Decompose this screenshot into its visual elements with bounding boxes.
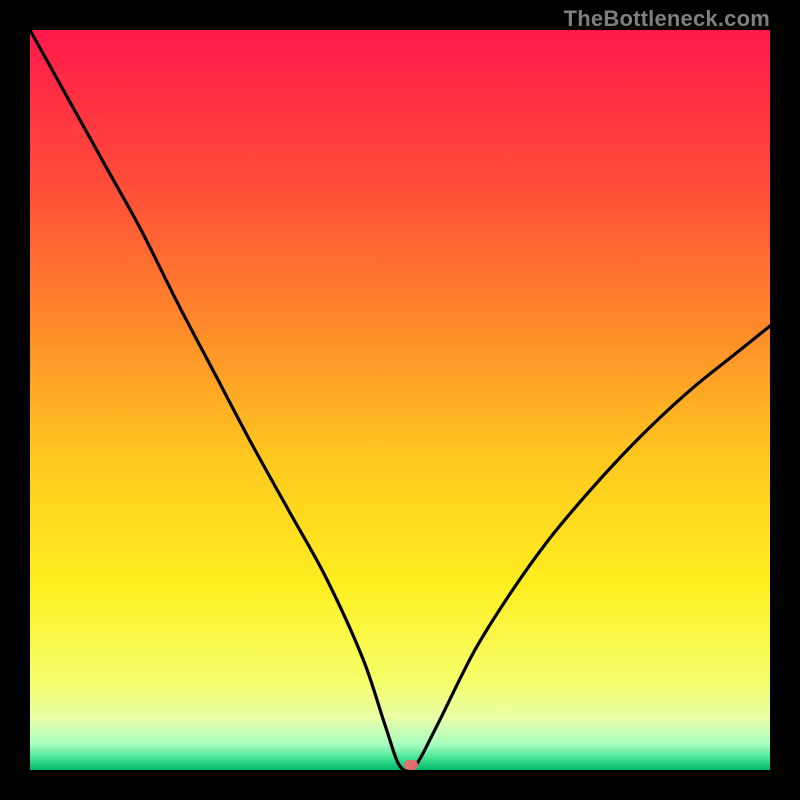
gradient-background <box>30 30 770 770</box>
plot-area <box>30 30 770 770</box>
watermark-text: TheBottleneck.com <box>564 6 770 32</box>
optimal-point-marker <box>404 760 418 770</box>
chart-frame: TheBottleneck.com <box>0 0 800 800</box>
chart-svg <box>30 30 770 770</box>
